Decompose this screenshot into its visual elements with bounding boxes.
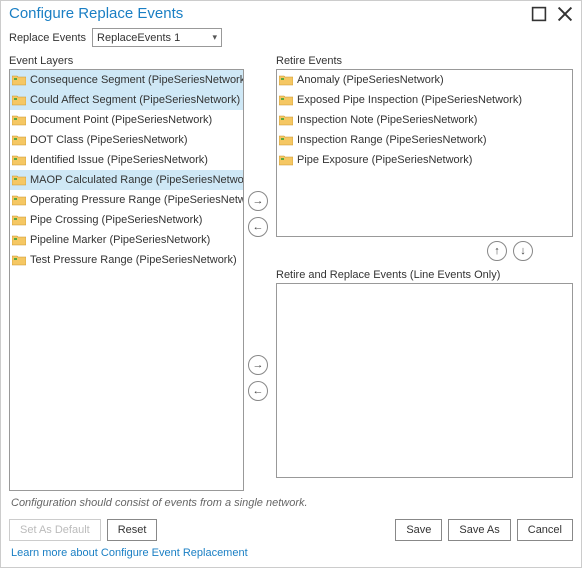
list-item[interactable]: Test Pressure Range (PipeSeriesNetwork)	[10, 250, 243, 270]
list-item[interactable]: Document Point (PipeSeriesNetwork)	[10, 110, 243, 130]
list-item-label: Document Point (PipeSeriesNetwork)	[30, 114, 212, 126]
list-item-label: Operating Pressure Range (PipeSeriesNetw…	[30, 194, 244, 206]
replace-events-select[interactable]: ReplaceEvents 1 ▾	[92, 28, 222, 47]
reorder-controls: ↑ ↓	[276, 237, 573, 265]
button-row: Set As Default Reset Save Save As Cancel	[1, 515, 581, 545]
layer-icon	[12, 94, 26, 106]
list-item[interactable]: Identified Issue (PipeSeriesNetwork)	[10, 150, 243, 170]
window-title: Configure Replace Events	[9, 5, 531, 22]
layer-icon	[12, 194, 26, 206]
layer-icon	[279, 154, 293, 166]
list-item-label: Inspection Note (PipeSeriesNetwork)	[297, 114, 477, 126]
list-item[interactable]: DOT Class (PipeSeriesNetwork)	[10, 130, 243, 150]
window: Configure Replace Events Replace Events …	[0, 0, 582, 568]
move-down-button[interactable]: ↓	[513, 241, 533, 261]
move-up-button[interactable]: ↑	[487, 241, 507, 261]
note: Configuration should consist of events f…	[1, 491, 581, 515]
reset-button[interactable]: Reset	[107, 519, 158, 541]
layer-icon	[12, 134, 26, 146]
layer-icon	[12, 234, 26, 246]
event-layers-list[interactable]: Consequence Segment (PipeSeriesNetwork) C…	[9, 69, 244, 491]
list-item-label: Inspection Range (PipeSeriesNetwork)	[297, 134, 487, 146]
layer-icon	[12, 214, 26, 226]
list-item[interactable]: Pipeline Marker (PipeSeriesNetwork)	[10, 230, 243, 250]
retire-heading: Retire Events	[276, 55, 573, 67]
list-item[interactable]: Pipe Exposure (PipeSeriesNetwork)	[277, 150, 572, 170]
move-from-retire-button[interactable]: ←	[248, 217, 268, 237]
event-layers-heading: Event Layers	[9, 55, 244, 67]
list-item-label: Could Affect Segment (PipeSeriesNetwork)	[30, 94, 240, 106]
list-item-label: Test Pressure Range (PipeSeriesNetwork)	[30, 254, 237, 266]
titlebar: Configure Replace Events	[1, 1, 581, 24]
set-default-button: Set As Default	[9, 519, 101, 541]
list-item-label: MAOP Calculated Range (PipeSeriesNetwork…	[30, 174, 244, 186]
list-item[interactable]: Exposed Pipe Inspection (PipeSeriesNetwo…	[277, 90, 572, 110]
cancel-button[interactable]: Cancel	[517, 519, 573, 541]
window-buttons	[531, 6, 573, 22]
replace-heading: Retire and Replace Events (Line Events O…	[276, 269, 573, 281]
layer-icon	[12, 174, 26, 186]
list-item[interactable]: MAOP Calculated Range (PipeSeriesNetwork…	[10, 170, 243, 190]
config-row: Replace Events ReplaceEvents 1 ▾	[1, 24, 581, 51]
save-as-button[interactable]: Save As	[448, 519, 510, 541]
close-icon[interactable]	[557, 6, 573, 22]
right-column: Retire Events Anomaly (PipeSeriesNetwork…	[276, 51, 573, 491]
list-item-label: Pipe Exposure (PipeSeriesNetwork)	[297, 154, 472, 166]
list-item-label: Pipe Crossing (PipeSeriesNetwork)	[30, 214, 202, 226]
move-from-replace-button[interactable]: ←	[248, 381, 268, 401]
list-item[interactable]: Could Affect Segment (PipeSeriesNetwork)	[10, 90, 243, 110]
list-item[interactable]: Anomaly (PipeSeriesNetwork)	[277, 70, 572, 90]
transfer-column: → ← → ←	[248, 51, 272, 491]
retire-list[interactable]: Anomaly (PipeSeriesNetwork) Exposed Pipe …	[276, 69, 573, 237]
list-item[interactable]: Consequence Segment (PipeSeriesNetwork)	[10, 70, 243, 90]
move-to-replace-button[interactable]: →	[248, 355, 268, 375]
layer-icon	[279, 134, 293, 146]
list-item-label: Pipeline Marker (PipeSeriesNetwork)	[30, 234, 210, 246]
learn-more-link[interactable]: Learn more about Configure Event Replace…	[1, 545, 581, 567]
event-layers-column: Event Layers Consequence Segment (PipeSe…	[9, 51, 244, 491]
list-item[interactable]: Pipe Crossing (PipeSeriesNetwork)	[10, 210, 243, 230]
replace-events-value: ReplaceEvents 1	[97, 32, 180, 44]
list-item[interactable]: Operating Pressure Range (PipeSeriesNetw…	[10, 190, 243, 210]
list-item-label: Anomaly (PipeSeriesNetwork)	[297, 74, 444, 86]
list-item-label: Identified Issue (PipeSeriesNetwork)	[30, 154, 208, 166]
replace-events-label: Replace Events	[9, 32, 86, 44]
main: Event Layers Consequence Segment (PipeSe…	[1, 51, 581, 491]
list-item-label: Consequence Segment (PipeSeriesNetwork)	[30, 74, 244, 86]
layer-icon	[12, 154, 26, 166]
layer-icon	[279, 74, 293, 86]
replace-list[interactable]	[276, 283, 573, 478]
layer-icon	[12, 254, 26, 266]
move-to-retire-button[interactable]: →	[248, 191, 268, 211]
layer-icon	[12, 74, 26, 86]
layer-icon	[279, 114, 293, 126]
list-item-label: DOT Class (PipeSeriesNetwork)	[30, 134, 188, 146]
layer-icon	[12, 114, 26, 126]
chevron-down-icon: ▾	[213, 32, 218, 43]
list-item[interactable]: Inspection Range (PipeSeriesNetwork)	[277, 130, 572, 150]
list-item[interactable]: Inspection Note (PipeSeriesNetwork)	[277, 110, 572, 130]
save-button[interactable]: Save	[395, 519, 442, 541]
layer-icon	[279, 94, 293, 106]
list-item-label: Exposed Pipe Inspection (PipeSeriesNetwo…	[297, 94, 522, 106]
maximize-icon[interactable]	[531, 6, 547, 22]
